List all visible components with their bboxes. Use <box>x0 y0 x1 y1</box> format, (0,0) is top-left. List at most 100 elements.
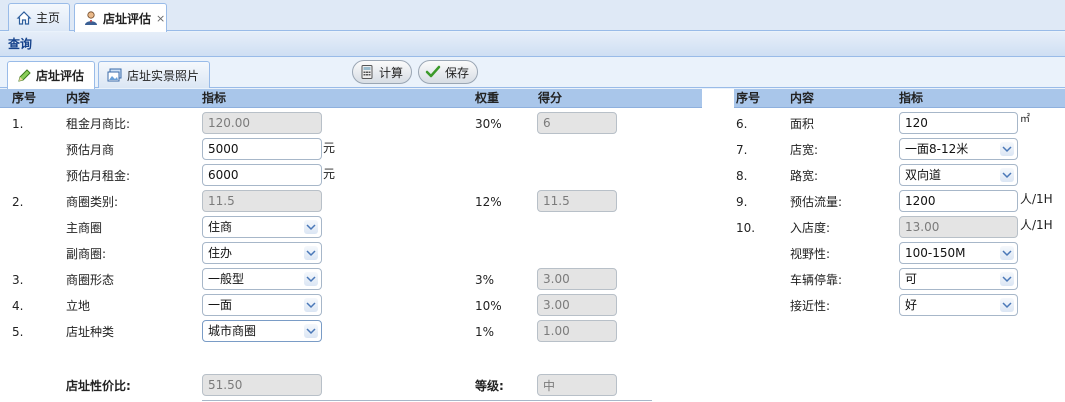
tab-site-evaluation[interactable]: 店址评估 <box>7 61 95 89</box>
row-label: 视野性: <box>790 247 831 261</box>
unit-label: 元 <box>323 141 336 155</box>
row-no: 7. <box>736 143 748 157</box>
header-weight: 权重 <box>475 91 500 105</box>
row-no: 9. <box>736 195 748 209</box>
main-trade-area-select[interactable]: 住商 <box>202 216 322 238</box>
close-icon[interactable]: × <box>156 12 165 25</box>
shop-width-select[interactable]: 一面8-12米 <box>899 138 1018 160</box>
calculate-button[interactable]: 计算 <box>352 60 413 84</box>
tab-site-assessment[interactable]: 店址评估 × <box>74 3 167 32</box>
row-label: 商圈类别: <box>66 195 119 209</box>
secondary-trade-area-select[interactable]: 住办 <box>202 242 322 264</box>
row-no: 4. <box>12 299 24 313</box>
site-type-select[interactable]: 城市商圈 <box>202 320 322 342</box>
select-value: 住商 <box>208 220 233 234</box>
header-no: 序号 <box>736 91 761 105</box>
visibility-select[interactable]: 100-150M <box>899 242 1018 264</box>
row-label: 接近性: <box>790 299 831 313</box>
estimated-monthly-sales-input[interactable] <box>202 138 322 160</box>
select-value: 城市商圈 <box>208 324 257 338</box>
select-value: 好 <box>905 298 918 312</box>
row-label: 店址种类 <box>66 325 115 339</box>
vehicle-parking-select[interactable]: 可 <box>899 268 1018 290</box>
header-indicator: 指标 <box>899 91 924 105</box>
tab-home-label: 主页 <box>36 11 61 25</box>
row-no: 1. <box>12 117 24 131</box>
accessibility-select[interactable]: 好 <box>899 294 1018 316</box>
row-label: 面积 <box>790 117 815 131</box>
estimated-traffic-input[interactable] <box>899 190 1018 212</box>
row-label: 商圈形态 <box>66 273 115 287</box>
cost-ratio-label: 店址性价比: <box>66 379 131 393</box>
select-value: 一般型 <box>208 272 245 286</box>
top-tab-strip: 主页 店址评估 × <box>0 0 1065 32</box>
chevron-down-icon[interactable] <box>1000 298 1014 312</box>
estimated-monthly-rent-input[interactable] <box>202 164 322 186</box>
row-weight: 30% <box>475 117 502 131</box>
trade-area-form-select[interactable]: 一般型 <box>202 268 322 290</box>
row-weight: 12% <box>475 195 502 209</box>
chevron-down-icon[interactable] <box>304 220 318 234</box>
select-value: 住办 <box>208 246 233 260</box>
chevron-down-icon[interactable] <box>1000 246 1014 260</box>
chevron-down-icon[interactable] <box>1000 272 1014 286</box>
cost-ratio-field[interactable] <box>202 374 322 396</box>
grade-field[interactable] <box>537 374 617 396</box>
rent-sales-ratio-field[interactable] <box>202 112 322 134</box>
score-field[interactable] <box>537 190 617 212</box>
row-weight: 3% <box>475 273 495 287</box>
tab-site-photos-label: 店址实景照片 <box>127 68 200 83</box>
score-field[interactable] <box>537 112 617 134</box>
select-value: 可 <box>905 272 918 286</box>
row-no: 5. <box>12 325 24 339</box>
row-weight: 10% <box>475 299 502 313</box>
left-table-header: 序号 内容 指标 权重 得分 <box>0 89 702 108</box>
header-indicator: 指标 <box>202 91 227 105</box>
row-label: 车辆停靠: <box>790 273 843 287</box>
photo-icon <box>107 67 123 83</box>
select-value: 100-150M <box>905 246 966 260</box>
pencil-icon <box>16 68 32 84</box>
road-width-select[interactable]: 双向道 <box>899 164 1018 186</box>
header-no: 序号 <box>12 91 37 105</box>
select-value: 一面 <box>208 298 233 312</box>
score-field[interactable] <box>537 268 617 290</box>
checkmark-icon <box>425 64 441 80</box>
chevron-down-icon[interactable] <box>304 324 318 338</box>
header-content: 内容 <box>790 91 815 105</box>
score-field[interactable] <box>537 320 617 342</box>
row-label: 店宽: <box>790 143 819 157</box>
tab-home[interactable]: 主页 <box>8 3 70 31</box>
entry-rate-field[interactable] <box>899 216 1018 238</box>
header-content: 内容 <box>66 91 91 105</box>
row-no: 2. <box>12 195 24 209</box>
tab-site-evaluation-label: 店址评估 <box>36 69 85 83</box>
row-no: 3. <box>12 273 24 287</box>
row-label: 预估流量: <box>790 195 843 209</box>
row-no: 10. <box>736 221 756 235</box>
query-panel-title: 查询 <box>0 32 1065 57</box>
trade-area-category-field[interactable] <box>202 190 322 212</box>
save-button[interactable]: 保存 <box>418 60 479 84</box>
unit-label: 人/1H <box>1020 192 1053 206</box>
unit-label: 人/1H <box>1020 218 1053 232</box>
chevron-down-icon[interactable] <box>304 246 318 260</box>
calculate-button-label: 计算 <box>379 65 404 80</box>
chevron-down-icon[interactable] <box>1000 142 1014 156</box>
row-weight: 1% <box>475 325 495 339</box>
row-label: 路宽: <box>790 169 819 183</box>
chevron-down-icon[interactable] <box>1000 168 1014 182</box>
chevron-down-icon[interactable] <box>304 298 318 312</box>
frontage-select[interactable]: 一面 <box>202 294 322 316</box>
calculator-icon <box>359 64 375 80</box>
row-label: 主商圈 <box>66 221 103 235</box>
area-input[interactable] <box>899 112 1018 134</box>
chevron-down-icon[interactable] <box>304 272 318 286</box>
tab-site-photos[interactable]: 店址实景照片 <box>98 61 210 88</box>
user-icon <box>83 10 99 26</box>
unit-label: 元 <box>323 167 336 181</box>
tab-site-assessment-label: 店址评估 <box>103 11 152 26</box>
score-field[interactable] <box>537 294 617 316</box>
assessment-form: 序号 内容 指标 权重 得分 序号 内容 指标 1. 租金月商比: 30% 预估… <box>0 89 1065 402</box>
row-label: 预估月租金: <box>66 169 131 183</box>
